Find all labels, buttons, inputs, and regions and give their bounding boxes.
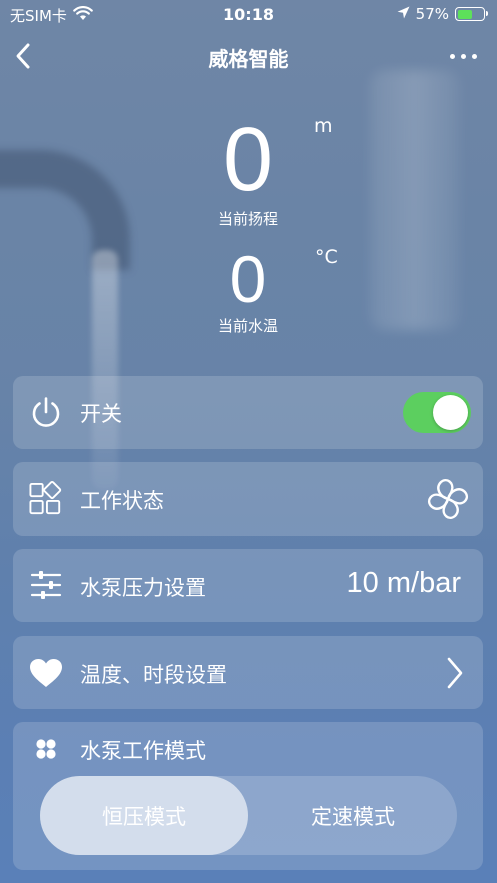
work-status-label: 工作状态 — [80, 489, 164, 513]
power-label: 开关 — [80, 402, 122, 426]
nav-bar: 威格智能 — [0, 34, 497, 78]
pressure-card[interactable]: 水泵压力设置 10 m/bar — [13, 549, 483, 622]
pressure-value: 10 m/bar — [346, 567, 461, 599]
temp-time-label: 温度、时段设置 — [80, 663, 227, 687]
power-toggle[interactable] — [403, 392, 471, 433]
page-title: 威格智能 — [208, 47, 289, 71]
heart-icon — [29, 656, 63, 690]
battery-percent: 57% — [415, 5, 449, 23]
more-button[interactable] — [441, 38, 485, 74]
sliders-icon — [29, 568, 63, 602]
location-arrow-icon — [397, 5, 410, 23]
head-unit: m — [314, 115, 333, 137]
grid-shapes-icon — [29, 481, 63, 516]
status-bar: 无SIM卡 10:18 57% — [0, 0, 497, 30]
fan-icon — [425, 476, 471, 522]
temp-time-card[interactable]: 温度、时段设置 — [13, 636, 483, 709]
battery-level — [457, 9, 472, 19]
clover-icon — [29, 732, 63, 766]
mode-fixed-speed[interactable]: 定速模式 — [249, 776, 457, 855]
power-icon — [29, 395, 63, 429]
status-right: 57% — [397, 5, 488, 23]
mode-segmented-control: 恒压模式 定速模式 — [40, 776, 457, 855]
temperature-label: 当前水温 — [217, 317, 278, 335]
battery-icon — [455, 7, 488, 21]
power-card: 开关 — [13, 376, 483, 449]
chevron-right-icon — [445, 656, 465, 694]
toggle-knob — [433, 395, 468, 430]
mode-constant-pressure[interactable]: 恒压模式 — [40, 776, 248, 855]
pump-mode-label: 水泵工作模式 — [80, 739, 206, 763]
pressure-label: 水泵压力设置 — [80, 576, 206, 600]
more-dots-icon — [449, 53, 455, 59]
work-status-card[interactable]: 工作状态 — [13, 462, 483, 536]
temperature-unit: °C — [315, 246, 338, 268]
pump-mode-card: 水泵工作模式 恒压模式 定速模式 — [13, 722, 483, 870]
head-label: 当前扬程 — [217, 210, 278, 228]
